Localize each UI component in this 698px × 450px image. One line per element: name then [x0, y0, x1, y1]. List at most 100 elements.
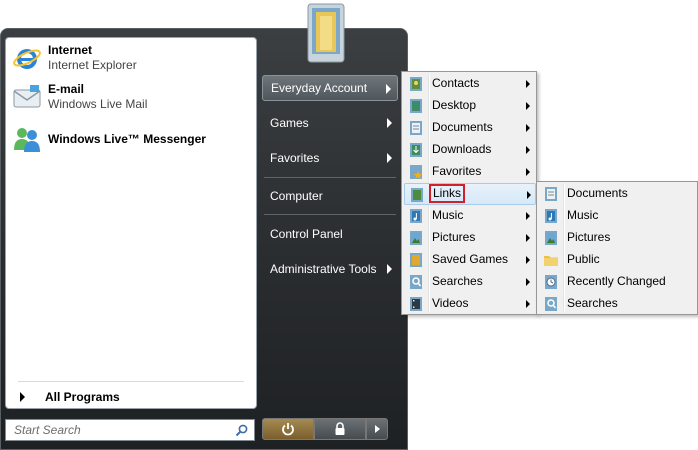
menu-item-saved-games[interactable]: Saved Games — [404, 249, 534, 271]
chevron-right-icon — [526, 300, 530, 308]
shutdown-options-button[interactable] — [366, 418, 388, 440]
search-icon[interactable] — [235, 424, 248, 437]
menu-item-contacts[interactable]: Contacts — [404, 73, 534, 95]
recently-changed-icon — [545, 275, 557, 289]
right-item-computer[interactable]: Computer — [262, 183, 398, 209]
chevron-right-icon — [526, 256, 530, 264]
right-pane-separator — [264, 177, 396, 178]
left-pane-separator — [18, 381, 244, 382]
menu-item-documents[interactable]: Documents — [404, 117, 534, 139]
pinned-messenger[interactable]: Windows Live™ Messenger — [12, 124, 206, 154]
menu-item-label: Searches — [432, 274, 483, 288]
lock-icon — [335, 422, 345, 435]
menu-item-label: Contacts — [432, 76, 480, 90]
videos-folder-icon — [410, 297, 422, 311]
menu-item-label: Desktop — [432, 98, 477, 112]
music-folder-icon — [410, 209, 422, 223]
menu-item-desktop[interactable]: Desktop — [404, 95, 534, 117]
menu-item-label: Music — [567, 208, 599, 222]
chevron-right-icon — [527, 191, 531, 199]
right-item-label: Control Panel — [270, 227, 343, 241]
menu-item-links[interactable]: Links — [404, 183, 536, 205]
right-item-games[interactable]: Games — [262, 110, 398, 136]
links-item-public[interactable]: Public — [539, 249, 695, 271]
links-item-pictures[interactable]: Pictures — [539, 227, 695, 249]
power-icon — [282, 423, 294, 436]
start-search-box[interactable] — [5, 419, 255, 441]
searches-link-icon — [545, 297, 557, 311]
windows-live-mail-icon — [13, 85, 41, 108]
right-item-favorites[interactable]: Favorites — [262, 145, 398, 171]
internet-explorer-icon — [13, 49, 41, 69]
right-item-label: Administrative Tools — [270, 262, 377, 276]
pinned-email[interactable]: E-mail Windows Live Mail — [12, 82, 147, 112]
saved-games-folder-icon — [410, 253, 422, 267]
search-input[interactable] — [12, 422, 235, 438]
chevron-right-icon — [526, 80, 530, 88]
pinned-internet-title: Internet — [48, 43, 93, 57]
chevron-right-icon — [20, 392, 25, 402]
right-item-label: Games — [270, 116, 309, 130]
right-item-everyday-account[interactable]: Everyday Account — [262, 75, 398, 101]
menu-item-searches[interactable]: Searches — [404, 271, 534, 293]
windows-live-messenger-icon — [14, 128, 40, 152]
menu-item-pictures[interactable]: Pictures — [404, 227, 534, 249]
links-item-music[interactable]: Music — [539, 205, 695, 227]
chevron-right-icon — [374, 425, 380, 433]
right-pane-separator — [264, 214, 396, 215]
power-controls — [262, 418, 388, 440]
favorites-folder-icon — [410, 165, 423, 179]
all-programs-label: All Programs — [45, 390, 120, 404]
right-item-label: Computer — [270, 189, 323, 203]
chevron-right-icon — [526, 212, 530, 220]
chevron-right-icon — [526, 102, 530, 110]
music-link-icon — [545, 209, 557, 223]
pinned-internet[interactable]: Internet Internet Explorer — [12, 43, 137, 73]
links-folder-icon — [411, 188, 423, 202]
downloads-folder-icon — [410, 143, 422, 157]
documents-folder-icon — [410, 121, 422, 135]
right-item-administrative-tools[interactable]: Administrative Tools — [262, 256, 398, 282]
menu-item-label: Downloads — [432, 142, 492, 156]
all-programs-button[interactable]: All Programs — [20, 390, 120, 404]
right-item-label: Everyday Account — [271, 81, 368, 95]
menu-item-label: Pictures — [567, 230, 611, 244]
menu-item-label: Links — [428, 184, 466, 203]
links-item-searches[interactable]: Searches — [539, 293, 695, 315]
chevron-right-icon — [386, 84, 391, 94]
menu-item-label: Videos — [432, 296, 469, 310]
chevron-right-icon — [387, 153, 392, 163]
menu-item-label: Saved Games — [432, 252, 509, 266]
chevron-right-icon — [387, 264, 392, 274]
menu-item-label: Documents — [567, 186, 628, 200]
public-folder-icon — [544, 256, 558, 266]
pinned-email-subtitle: Windows Live Mail — [48, 97, 148, 111]
menu-item-downloads[interactable]: Downloads — [404, 139, 534, 161]
right-item-label: Favorites — [270, 151, 320, 165]
chevron-right-icon — [526, 124, 530, 132]
chevron-right-icon — [526, 146, 530, 154]
pinned-programs-pane: Internet Internet Explorer E-mail Window… — [5, 37, 257, 409]
links-submenu: Documents Music Pictures Public Recently… — [536, 181, 698, 315]
menu-item-favorites[interactable]: Favorites — [404, 161, 534, 183]
chevron-right-icon — [526, 234, 530, 242]
right-item-control-panel[interactable]: Control Panel — [262, 221, 398, 247]
menu-item-label: Pictures — [432, 230, 476, 244]
everyday-account-submenu: Contacts Desktop Documents Downloads Fav… — [401, 71, 537, 315]
desktop-folder-icon — [410, 99, 422, 113]
menu-item-label: Public — [567, 252, 600, 266]
chevron-right-icon — [526, 168, 530, 176]
menu-item-label: Recently Changed — [567, 274, 666, 288]
lock-button[interactable] — [314, 418, 366, 440]
links-item-recently-changed[interactable]: Recently Changed — [539, 271, 695, 293]
power-button[interactable] — [262, 418, 314, 440]
menu-item-label: Documents — [432, 120, 493, 134]
menu-item-label: Searches — [567, 296, 618, 310]
pinned-email-title: E-mail — [48, 82, 85, 96]
searches-folder-icon — [410, 275, 422, 289]
pinned-messenger-title: Windows Live™ Messenger — [48, 131, 206, 146]
menu-item-videos[interactable]: Videos — [404, 293, 534, 315]
links-item-documents[interactable]: Documents — [539, 183, 695, 205]
pictures-link-icon — [545, 231, 557, 245]
menu-item-music[interactable]: Music — [404, 205, 534, 227]
